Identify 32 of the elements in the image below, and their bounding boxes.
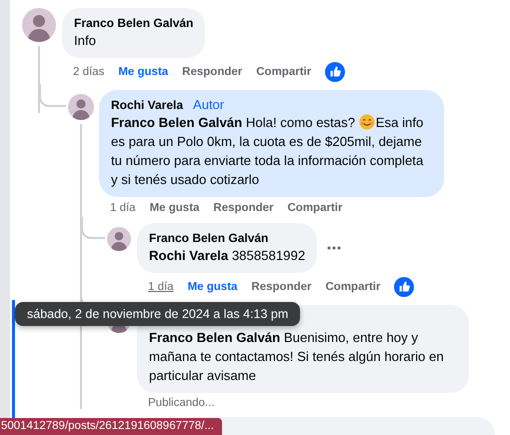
comment-text: Info: [74, 33, 96, 48]
like-link[interactable]: Me gusta: [188, 280, 238, 294]
like-link[interactable]: Me gusta: [118, 65, 168, 79]
reply-link[interactable]: Responder: [182, 65, 242, 79]
like-link[interactable]: Me gusta: [150, 201, 200, 215]
like-reaction-icon[interactable]: [325, 62, 346, 82]
share-link[interactable]: Compartir: [256, 65, 312, 79]
status-text: Publicando...: [147, 396, 216, 409]
comment-text: Esa info: [376, 115, 424, 130]
author-name[interactable]: Franco Belen Galván: [149, 230, 268, 246]
comment-text: Rochi Varela 3858581992: [149, 248, 306, 263]
share-link[interactable]: Compartir: [326, 280, 380, 294]
link-status-tooltip: 5001412789/posts/2612191608967778/...: [0, 418, 222, 435]
more-icon[interactable]: [327, 246, 342, 250]
comment-text: Franco Belen Galván Hola! como estas?: [111, 115, 356, 130]
avatar-icon[interactable]: [22, 8, 56, 42]
reply-link[interactable]: Responder: [251, 280, 312, 294]
timestamp-link[interactable]: 1 día: [110, 201, 136, 215]
author-name[interactable]: Rochi Varela: [111, 97, 184, 113]
avatar-icon[interactable]: [68, 94, 94, 120]
date-tooltip: sábado, 2 de noviembre de 2024 a las 4:13 pm: [15, 302, 300, 326]
avatar-icon[interactable]: [107, 227, 131, 251]
comment-text: es para un Polo 0km, la cuota es de $205mil, dejame tu número para enviarte toda la información completa y si tenés usado cotizarlo: [111, 134, 424, 187]
smiley-icon: [358, 114, 375, 130]
author-name[interactable]: Franco Belen Galván: [74, 15, 194, 31]
share-link[interactable]: Compartir: [288, 201, 342, 215]
timestamp-link[interactable]: 2 días: [73, 65, 104, 79]
author-label: Autor: [193, 97, 224, 113]
comment-text: Franco Belen Galván Buenisimo, entre hoy y mañana te contactamos! Si tenés algún horario en particular avisame: [149, 330, 444, 383]
like-reaction-icon[interactable]: [394, 277, 414, 297]
timestamp-link[interactable]: 1 día: [148, 280, 174, 294]
reply-link[interactable]: Responder: [213, 201, 274, 215]
